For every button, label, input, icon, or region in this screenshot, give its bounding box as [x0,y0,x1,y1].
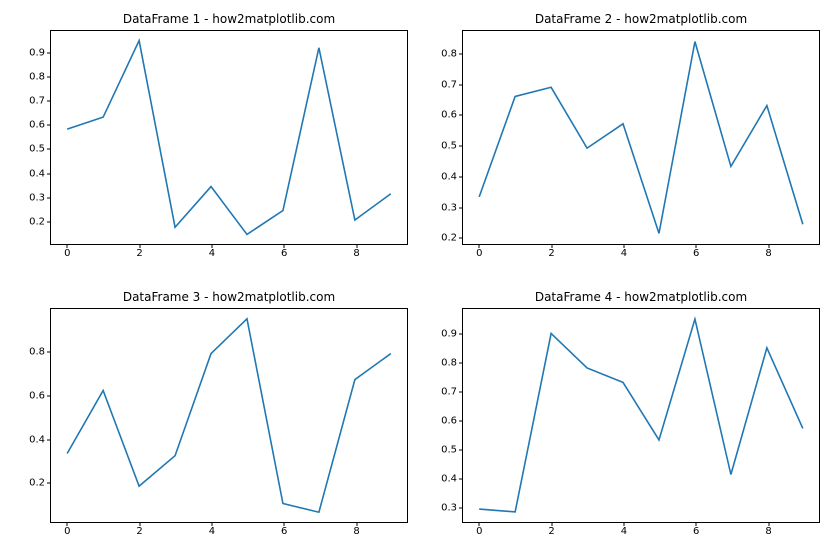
ytick-label: 0.9 [29,47,51,58]
ytick-label: 0.6 [29,390,51,401]
ytick-label: 0.8 [441,357,463,368]
xtick-label: 6 [281,522,287,537]
ytick-label: 0.3 [29,192,51,203]
xtick-label: 8 [353,522,359,537]
subplot-2-title: DataFrame 2 - how2matplotlib.com [462,12,820,26]
xtick-label: 2 [548,522,554,537]
xtick-label: 8 [765,244,771,259]
subplot-1: DataFrame 1 - how2matplotlib.com 0.20.30… [50,30,408,245]
subplot-4-axes: 0.30.40.50.60.70.80.902468 [462,308,820,523]
subplot-3-axes: 0.20.40.60.802468 [50,308,408,523]
xtick-label: 4 [621,522,627,537]
subplot-2: DataFrame 2 - how2matplotlib.com 0.20.30… [462,30,820,245]
ytick-label: 0.4 [441,171,463,182]
xtick-label: 2 [136,522,142,537]
subplot-4: DataFrame 4 - how2matplotlib.com 0.30.40… [462,308,820,523]
ytick-label: 0.7 [441,79,463,90]
subplot-3-line [51,309,407,522]
ytick-label: 0.9 [441,328,463,339]
subplot-1-axes: 0.20.30.40.50.60.70.80.902468 [50,30,408,245]
ytick-label: 0.6 [29,120,51,131]
subplot-3: DataFrame 3 - how2matplotlib.com 0.20.40… [50,308,408,523]
xtick-label: 0 [476,522,482,537]
xtick-label: 2 [136,244,142,259]
xtick-label: 2 [548,244,554,259]
ytick-label: 0.5 [441,141,463,152]
ytick-label: 0.2 [29,216,51,227]
ytick-label: 0.8 [29,71,51,82]
ytick-label: 0.7 [29,96,51,107]
ytick-label: 0.4 [29,434,51,445]
ytick-label: 0.2 [441,233,463,244]
subplot-4-line [463,309,819,522]
figure: DataFrame 1 - how2matplotlib.com 0.20.30… [0,0,840,560]
ytick-label: 0.3 [441,202,463,213]
xtick-label: 6 [693,522,699,537]
xtick-label: 6 [693,244,699,259]
ytick-label: 0.7 [441,386,463,397]
ytick-label: 0.4 [441,473,463,484]
subplot-3-title: DataFrame 3 - how2matplotlib.com [50,290,408,304]
subplot-2-line [463,31,819,244]
ytick-label: 0.6 [441,415,463,426]
ytick-label: 0.4 [29,168,51,179]
ytick-label: 0.3 [441,503,463,514]
ytick-label: 0.5 [441,444,463,455]
subplot-1-title: DataFrame 1 - how2matplotlib.com [50,12,408,26]
xtick-label: 4 [621,244,627,259]
xtick-label: 8 [765,522,771,537]
xtick-label: 6 [281,244,287,259]
xtick-label: 0 [64,244,70,259]
subplot-4-title: DataFrame 4 - how2matplotlib.com [462,290,820,304]
xtick-label: 0 [64,522,70,537]
xtick-label: 4 [209,244,215,259]
subplot-1-line [51,31,407,244]
ytick-label: 0.6 [441,110,463,121]
xtick-label: 0 [476,244,482,259]
ytick-label: 0.8 [441,49,463,60]
ytick-label: 0.8 [29,346,51,357]
subplot-2-axes: 0.20.30.40.50.60.70.802468 [462,30,820,245]
xtick-label: 8 [353,244,359,259]
xtick-label: 4 [209,522,215,537]
ytick-label: 0.2 [29,478,51,489]
ytick-label: 0.5 [29,144,51,155]
